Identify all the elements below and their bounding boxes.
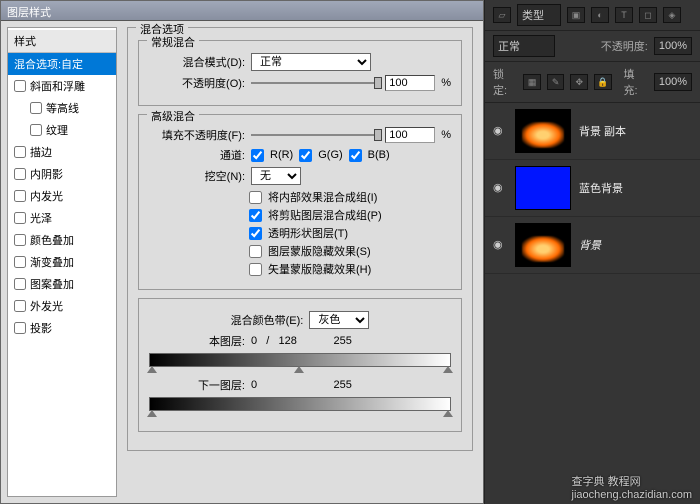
knockout-label: 挖空(N): [149,168,245,184]
contour-checkbox[interactable] [30,102,42,114]
layer-row[interactable]: ◉ 背景 副本 [485,103,700,160]
visibility-icon[interactable]: ◉ [493,124,507,138]
lock-label: 锁定: [493,66,517,98]
style-color-overlay[interactable]: 颜色叠加 [8,229,116,251]
this-layer-values: 0 / 128 255 [251,335,352,347]
blend-if-select[interactable]: 灰色 [309,311,369,329]
watermark: 查字典 教程网 jiaocheng.chazidian.com [572,473,692,501]
under-layer-label: 下一图层: [149,377,245,393]
fill-opacity-slider[interactable] [251,129,379,141]
check-clipped[interactable] [249,209,262,222]
lock-all-icon[interactable]: 🔒 [594,74,612,90]
fill-label: 填充: [624,66,648,98]
style-texture[interactable]: 纹理 [8,119,116,141]
layer-thumbnail[interactable] [515,223,571,267]
layer-thumbnail[interactable] [515,109,571,153]
inner-glow-checkbox[interactable] [14,190,26,202]
fill-opacity-input[interactable]: 100 [385,127,435,143]
check-interior[interactable] [249,191,262,204]
filter-shape-icon[interactable]: ◻ [639,7,657,23]
general-blend-fieldset: 常规混合 混合模式(D): 正常 不透明度(O): 100 % [138,40,462,106]
color-overlay-checkbox[interactable] [14,234,26,246]
filter-pixel-icon[interactable]: ▣ [567,7,585,23]
blend-options-fieldset: 混合选项 常规混合 混合模式(D): 正常 不透明度(O): 100 % [127,27,473,451]
lock-transparent-icon[interactable]: ▦ [523,74,541,90]
blend-if-fieldset: 混合颜色带(E): 灰色 本图层: 0 / 128 255 下一图层: 0 255 [138,298,462,432]
pattern-overlay-checkbox[interactable] [14,278,26,290]
knockout-select[interactable]: 无 [251,167,301,185]
under-layer-gradient[interactable] [149,397,451,411]
check-vector-mask[interactable] [249,263,262,276]
stroke-checkbox[interactable] [14,146,26,158]
drop-shadow-checkbox[interactable] [14,322,26,334]
fill-opacity-label: 填充不透明度(F): [149,127,245,143]
this-layer-label: 本图层: [149,333,245,349]
inner-shadow-checkbox[interactable] [14,168,26,180]
layer-style-dialog: 图层样式 样式 混合选项:自定 斜面和浮雕 等高线 纹理 描边 内阴影 内发光 … [0,0,484,504]
lock-pixels-icon[interactable]: ✎ [547,74,565,90]
filter-smart-icon[interactable]: ◈ [663,7,681,23]
style-gradient-overlay[interactable]: 渐变叠加 [8,251,116,273]
filter-adjust-icon[interactable]: ◐ [591,7,609,23]
panel-opacity-label: 不透明度: [601,38,648,54]
style-inner-shadow[interactable]: 内阴影 [8,163,116,185]
dialog-title: 图层样式 [7,7,51,19]
check-layer-mask[interactable] [249,245,262,258]
opacity-slider[interactable] [251,77,379,89]
fill-value[interactable]: 100% [654,73,692,91]
panel-opacity-value[interactable]: 100% [654,37,692,55]
style-outer-glow[interactable]: 外发光 [8,295,116,317]
style-inner-glow[interactable]: 内发光 [8,185,116,207]
layers-panel: ▱ 类型 ▣ ◐ T ◻ ◈ 正常 不透明度: 100% 锁定: ▦ ✎ ✥ 🔒… [484,0,700,504]
texture-checkbox[interactable] [30,124,42,136]
style-satin[interactable]: 光泽 [8,207,116,229]
blend-mode-select[interactable]: 正常 [251,53,371,71]
under-layer-values: 0 255 [251,379,352,391]
layer-name[interactable]: 背景 副本 [579,123,626,139]
style-pattern-overlay[interactable]: 图案叠加 [8,273,116,295]
style-contour[interactable]: 等高线 [8,97,116,119]
filter-kind-select[interactable]: 类型 [517,4,561,26]
layer-row[interactable]: ◉ 背景 [485,217,700,274]
channels-label: 通道: [149,147,245,163]
percent-label: % [441,77,451,89]
gradient-overlay-checkbox[interactable] [14,256,26,268]
check-transparency[interactable] [249,227,262,240]
visibility-icon[interactable]: ◉ [493,238,507,252]
main-panel: 混合选项 常规混合 混合模式(D): 正常 不透明度(O): 100 % [117,21,483,503]
lock-position-icon[interactable]: ✥ [570,74,588,90]
general-blend-title: 常规混合 [147,34,199,50]
visibility-icon[interactable]: ◉ [493,181,507,195]
blending-options-item[interactable]: 混合选项:自定 [8,53,116,75]
outer-glow-checkbox[interactable] [14,300,26,312]
layer-name[interactable]: 背景 [579,237,601,253]
layer-row[interactable]: ◉ 蓝色背景 [485,160,700,217]
style-bevel[interactable]: 斜面和浮雕 [8,75,116,97]
layer-name[interactable]: 蓝色背景 [579,180,623,196]
advanced-blend-title: 高级混合 [147,108,199,124]
channel-g-checkbox[interactable] [299,149,312,162]
satin-checkbox[interactable] [14,212,26,224]
filter-kind-icon[interactable]: ▱ [493,7,511,23]
advanced-blend-fieldset: 高级混合 填充不透明度(F): 100 % 通道: R(R) G(G) B(B) [138,114,462,290]
opacity-input[interactable]: 100 [385,75,435,91]
blend-mode-label: 混合模式(D): [149,54,245,70]
styles-list: 样式 混合选项:自定 斜面和浮雕 等高线 纹理 描边 内阴影 内发光 光泽 颜色… [7,27,117,497]
layer-thumbnail[interactable] [515,166,571,210]
styles-header[interactable]: 样式 [8,30,116,53]
blend-if-label: 混合颜色带(E): [231,312,304,328]
channel-b-checkbox[interactable] [349,149,362,162]
channel-r-checkbox[interactable] [251,149,264,162]
filter-type-icon[interactable]: T [615,7,633,23]
style-drop-shadow[interactable]: 投影 [8,317,116,339]
layer-blend-mode[interactable]: 正常 [493,35,555,57]
opacity-label: 不透明度(O): [149,75,245,91]
this-layer-gradient[interactable] [149,353,451,367]
style-stroke[interactable]: 描边 [8,141,116,163]
dialog-titlebar[interactable]: 图层样式 [1,1,483,21]
bevel-checkbox[interactable] [14,80,26,92]
